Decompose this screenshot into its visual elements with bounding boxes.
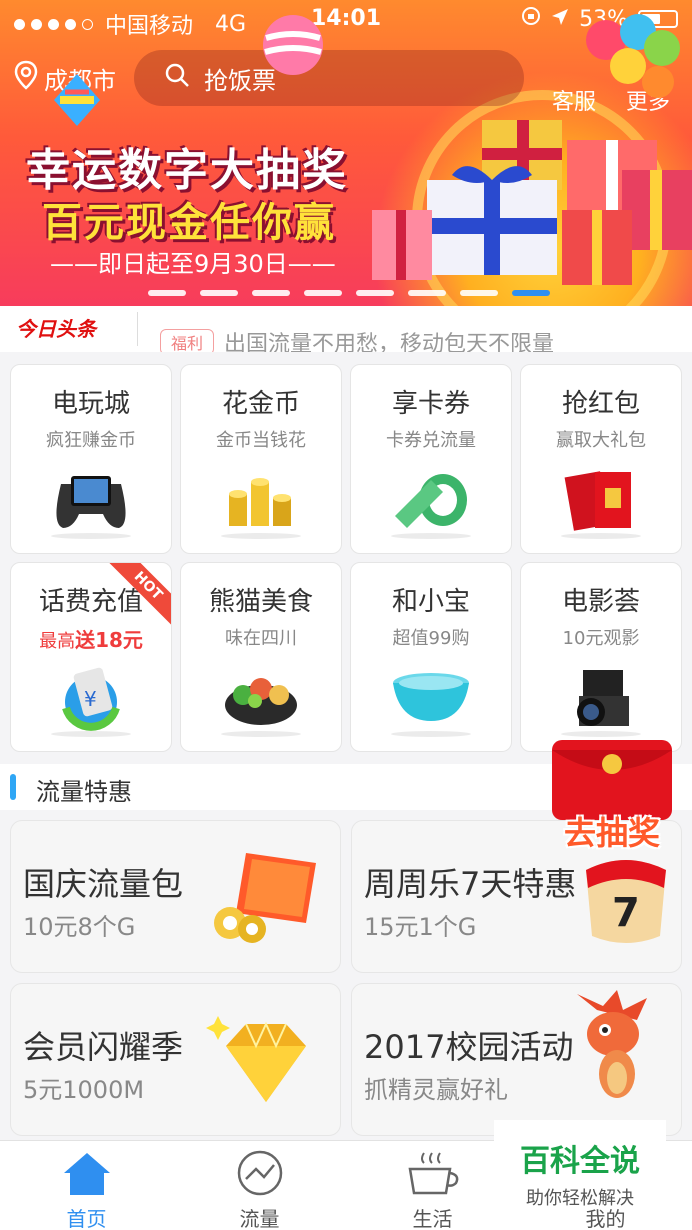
banner-title: 幸运数字大抽奖 bbox=[26, 145, 348, 196]
promo-card[interactable]: 会员闪耀季 5元1000M bbox=[10, 983, 341, 1136]
grid-item-title: 熊猫美食 bbox=[208, 587, 313, 617]
watermark-subtitle: 助你轻松解决 bbox=[526, 1188, 634, 1209]
carousel-dot[interactable] bbox=[408, 290, 446, 296]
search-icon bbox=[164, 62, 190, 94]
gift-boxes-icon bbox=[372, 120, 692, 285]
dragon-icon bbox=[577, 990, 647, 1098]
tab-label: 流量 bbox=[239, 1207, 280, 1230]
grid-item-subtitle: 超值99购 bbox=[392, 628, 470, 649]
watermark-title: 百科全说 bbox=[520, 1144, 640, 1179]
carousel-dot[interactable] bbox=[252, 290, 290, 296]
grid-item-subtitle: 卡券兑流量 bbox=[386, 430, 476, 451]
svg-text:7: 7 bbox=[612, 890, 640, 936]
carousel-dot[interactable] bbox=[460, 290, 498, 296]
lantern-icon bbox=[214, 853, 316, 943]
banner-date: ——即日起至9月30日—— bbox=[50, 250, 336, 278]
news-text: 出国流量不用愁，移动包天不限量 bbox=[224, 332, 555, 352]
promo-subtitle: 10元8个G bbox=[23, 913, 136, 941]
promo-card[interactable]: 国庆流量包 10元8个G bbox=[10, 820, 341, 973]
gamepad-icon bbox=[11, 459, 171, 539]
balloon-icon bbox=[263, 15, 323, 75]
search-input[interactable]: 抢饭票 bbox=[134, 50, 524, 106]
camera-icon bbox=[521, 657, 681, 737]
carousel-dot[interactable] bbox=[148, 290, 186, 296]
grid-item-subtitle: 赢取大礼包 bbox=[556, 430, 646, 451]
grid-item-he-xiaobao[interactable]: 和小宝 超值99购 bbox=[350, 562, 512, 752]
bowl-icon bbox=[351, 657, 511, 737]
grid-item-subtitle: 疯狂赚金币 bbox=[46, 430, 136, 451]
tab-traffic[interactable]: 流量 bbox=[173, 1141, 346, 1230]
food-bowl-icon bbox=[181, 657, 341, 737]
section-title: 流量特惠 bbox=[36, 778, 132, 806]
location-pin-icon bbox=[14, 60, 38, 96]
tab-home[interactable]: 首页 bbox=[0, 1141, 173, 1230]
news-tag: 福利 bbox=[160, 329, 215, 352]
promo-subtitle: 5元1000M bbox=[23, 1076, 145, 1104]
grid-item-subtitle: 金币当钱花 bbox=[216, 430, 306, 451]
grid-item-panda-food[interactable]: 熊猫美食 味在四川 bbox=[180, 562, 342, 752]
news-ticker[interactable]: 今日头条 福利 出国流量不用愁，移动包天不限量 bbox=[0, 306, 692, 352]
promo-banner[interactable]: 中国移动 4G 14:01 53% 成都市 抢饭票 客服 更多 bbox=[0, 0, 692, 306]
grid-item-subtitle: 10元观影 bbox=[562, 628, 640, 649]
svg-text:¥: ¥ bbox=[84, 687, 97, 711]
carousel-dot-active[interactable] bbox=[512, 290, 550, 296]
grid-item-title: 享卡券 bbox=[391, 389, 470, 419]
feature-grid: 电玩城 疯狂赚金币 花金币 金币当钱花 享卡券 卡券兑流量 抢红包 赢取大礼包 … bbox=[0, 352, 692, 764]
section-accent bbox=[10, 774, 16, 800]
spinning-top-icon bbox=[54, 74, 100, 126]
grid-item-title: 花金币 bbox=[221, 389, 300, 419]
grid-item-red-packet[interactable]: 抢红包 赢取大礼包 bbox=[520, 364, 682, 554]
grid-item-title: 和小宝 bbox=[391, 587, 470, 617]
promo-title: 会员闪耀季 bbox=[23, 1028, 184, 1066]
grid-item-title: 电影荟 bbox=[561, 587, 640, 617]
grid-item-recharge[interactable]: HOT 话费充值 最高送18元 ¥ bbox=[10, 562, 172, 752]
rotation-lock-icon bbox=[521, 6, 541, 32]
ticket-icon bbox=[351, 459, 511, 539]
calendar-icon: 7 bbox=[586, 860, 666, 943]
promo-card[interactable]: 2017校园活动 抓精灵赢好礼 bbox=[351, 983, 682, 1136]
location-arrow-icon bbox=[551, 7, 569, 32]
grid-item-movie[interactable]: 电影荟 10元观影 bbox=[520, 562, 682, 752]
carousel-dot[interactable] bbox=[304, 290, 342, 296]
banner-subtitle: 百元现金任你赢 bbox=[42, 200, 336, 246]
traffic-icon bbox=[173, 1141, 346, 1197]
grid-item-subtitle: 味在四川 bbox=[225, 628, 297, 649]
home-icon bbox=[0, 1141, 173, 1197]
promo-title: 周周乐7天特惠 bbox=[364, 865, 577, 903]
grid-item-title: 电玩城 bbox=[51, 389, 130, 419]
carousel-dot[interactable] bbox=[356, 290, 394, 296]
grid-item-subtitle: 最高送18元 bbox=[39, 628, 143, 652]
grid-item-game-city[interactable]: 电玩城 疯狂赚金币 bbox=[10, 364, 172, 554]
grid-item-title: 抢红包 bbox=[561, 389, 640, 419]
tab-label: 首页 bbox=[66, 1207, 107, 1230]
grid-item-spend-coins[interactable]: 花金币 金币当钱花 bbox=[180, 364, 342, 554]
carousel-indicator bbox=[148, 290, 550, 296]
promo-subtitle: 15元1个G bbox=[364, 913, 477, 941]
carousel-dot[interactable] bbox=[200, 290, 238, 296]
recharge-icon: ¥ bbox=[11, 657, 171, 737]
gold-coins-icon bbox=[181, 459, 341, 539]
promo-subtitle: 抓精灵赢好礼 bbox=[364, 1076, 508, 1104]
toutiao-logo: 今日头条 bbox=[0, 312, 138, 346]
promo-title: 国庆流量包 bbox=[23, 865, 184, 903]
red-envelope-icon bbox=[521, 459, 681, 539]
diamond-icon bbox=[206, 1016, 306, 1102]
promo-title: 2017校园活动 bbox=[364, 1028, 574, 1066]
grid-item-coupons[interactable]: 享卡券 卡券兑流量 bbox=[350, 364, 512, 554]
watermark: 百科全说 助你轻松解决 bbox=[494, 1120, 666, 1209]
